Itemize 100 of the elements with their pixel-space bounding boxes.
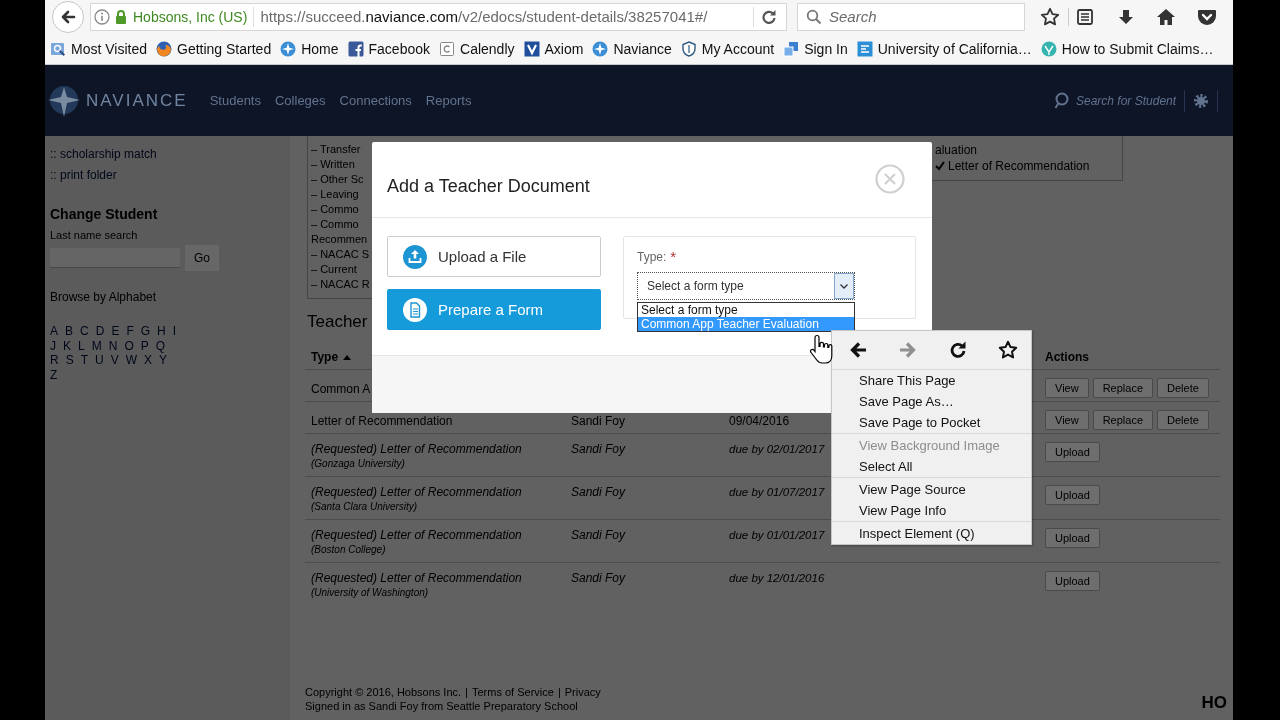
form-type-select[interactable]: Select a form type xyxy=(637,272,855,300)
site-identity[interactable]: Hobsons, Inc (US) xyxy=(133,8,248,25)
column-header[interactable]: Actions xyxy=(1045,350,1089,364)
alphabet-link[interactable]: V xyxy=(110,353,119,368)
squares-icon xyxy=(783,40,800,57)
upload-option-button[interactable]: Upload a File xyxy=(387,236,601,277)
action-button[interactable]: Replace xyxy=(1092,378,1153,398)
sort-arrow-icon[interactable] xyxy=(343,354,352,360)
alphabet-link[interactable]: E xyxy=(111,324,120,339)
bookmark-link[interactable]: Naviance xyxy=(613,40,672,57)
action-button[interactable]: Delete xyxy=(1157,378,1209,398)
alphabet-link[interactable]: H xyxy=(157,324,166,339)
alphabet-link[interactable]: G xyxy=(140,324,151,339)
bookmark-link[interactable]: Sign In xyxy=(804,40,848,57)
footer-link[interactable]: Terms of Service xyxy=(471,685,554,699)
go-button[interactable]: Go xyxy=(185,245,219,271)
search-field[interactable]: Search xyxy=(797,2,1025,31)
star-icon[interactable] xyxy=(998,340,1018,360)
sidebar-link[interactable]: :: print folder xyxy=(50,165,117,186)
menu-item[interactable]: View Page Source xyxy=(832,479,1031,500)
column-header[interactable]: Type xyxy=(311,350,339,364)
checklist-item: Letter of Recommendation xyxy=(948,158,1090,174)
url-text[interactable]: https://succeed.naviance.com/v2/edocs/student-details/38257041#/ xyxy=(260,8,708,25)
back-arrow-icon[interactable] xyxy=(848,340,868,360)
bookmark-link[interactable]: Calendly xyxy=(460,40,515,57)
alphabet-link[interactable]: C xyxy=(80,324,89,339)
copyright-text: Copyright © 2016, Hobsons Inc. xyxy=(305,685,462,699)
square-logo-icon xyxy=(347,40,364,57)
alphabet-link[interactable]: N xyxy=(108,338,118,353)
alphabet-link[interactable]: T xyxy=(80,353,89,368)
bookmark-link[interactable]: My Account xyxy=(701,40,775,57)
menu-item[interactable]: Select All xyxy=(832,456,1031,477)
document-list-item: – Commo xyxy=(311,202,359,217)
alphabet-link[interactable]: W xyxy=(125,353,138,368)
alphabet-link[interactable]: X xyxy=(144,353,153,368)
reload-icon[interactable] xyxy=(760,7,778,26)
alphabet-link[interactable]: K xyxy=(63,338,71,353)
alphabet-link[interactable]: B xyxy=(65,324,74,339)
menu-item[interactable]: View Page Info xyxy=(832,500,1031,521)
back-button[interactable] xyxy=(52,0,84,33)
sidebar-link[interactable]: :: scholarship match xyxy=(50,144,157,165)
search-icon xyxy=(806,8,822,25)
list-icon[interactable] xyxy=(1076,7,1094,26)
action-button[interactable]: View xyxy=(1045,410,1089,430)
bookmark-link[interactable]: University of California… xyxy=(877,40,1032,57)
alphabet-link[interactable]: M xyxy=(91,338,102,353)
signed-in-text: Signed in as Sandi Foy from Seattle Preparatory School xyxy=(305,699,578,713)
star-icon[interactable] xyxy=(1040,6,1060,27)
student-search-field[interactable]: Search for Student xyxy=(1054,89,1176,112)
home-icon[interactable] xyxy=(1156,7,1176,26)
nav-link[interactable]: Students xyxy=(209,93,261,108)
action-button[interactable]: View xyxy=(1045,378,1089,398)
alphabet-link[interactable]: F xyxy=(126,324,134,339)
action-button[interactable]: Replace xyxy=(1092,410,1153,430)
menu-item[interactable]: Save Page to Pocket xyxy=(832,412,1031,433)
alphabet-link[interactable]: Z xyxy=(50,367,58,382)
menu-item[interactable]: Save Page As… xyxy=(832,391,1031,412)
settings-icon[interactable] xyxy=(1193,92,1209,109)
info-icon[interactable] xyxy=(94,8,110,25)
logo-text[interactable]: NAVIANCE xyxy=(86,90,188,111)
bookmark-link[interactable]: Home xyxy=(301,40,339,57)
reload-icon[interactable] xyxy=(948,340,968,360)
bookmark-link[interactable]: Getting Started xyxy=(177,40,272,57)
address-bar[interactable]: Hobsons, Inc (US) https://succeed.naviance.com/v2/edocs/student-details/38257041#/ xyxy=(90,2,787,31)
alphabet-link[interactable]: A xyxy=(50,324,58,339)
alphabet-link[interactable]: S xyxy=(65,353,74,368)
document-list-item: – Other Sc xyxy=(311,172,364,187)
menu-item[interactable]: Inspect Element (Q) xyxy=(832,523,1031,544)
download-icon[interactable] xyxy=(1117,7,1135,26)
alphabet-link[interactable]: R xyxy=(50,353,59,368)
bookmark-link[interactable]: Most Visited xyxy=(71,40,147,57)
action-button[interactable]: Upload xyxy=(1045,442,1100,462)
alphabet-link[interactable]: Y xyxy=(159,353,168,368)
action-button[interactable]: Upload xyxy=(1045,528,1100,548)
alphabet-link[interactable]: O xyxy=(124,338,134,353)
action-button[interactable]: Upload xyxy=(1045,485,1100,505)
nav-link[interactable]: Colleges xyxy=(275,93,326,108)
alphabet-link[interactable]: U xyxy=(95,353,104,368)
bookmark-link[interactable]: Axiom xyxy=(544,40,584,57)
alphabet-link[interactable]: J xyxy=(50,338,56,353)
alphabet-link[interactable]: D xyxy=(95,324,105,339)
nav-link[interactable]: Reports xyxy=(425,93,472,108)
form-option-button[interactable]: Prepare a Form xyxy=(387,289,601,330)
dropdown-option[interactable]: Common App Teacher Evaluation xyxy=(638,317,854,331)
school-name: (Gonzaga University) xyxy=(311,457,405,471)
action-button[interactable]: Delete xyxy=(1157,410,1209,430)
alphabet-link[interactable]: L xyxy=(78,338,85,353)
dropdown-option[interactable]: Select a form type xyxy=(638,303,854,317)
alphabet-link[interactable]: Q xyxy=(155,338,166,353)
footer-link[interactable]: Privacy xyxy=(564,685,601,699)
bookmark-link[interactable]: How to Submit Claims… xyxy=(1061,40,1214,57)
bookmark-link[interactable]: Facebook xyxy=(368,40,430,57)
alphabet-link[interactable]: I xyxy=(172,324,177,339)
document-type: Letter of Recommendation xyxy=(311,414,453,428)
last-name-field[interactable] xyxy=(50,248,180,268)
chevron-shield-icon[interactable] xyxy=(1197,7,1217,26)
menu-item[interactable]: Share This Page xyxy=(832,370,1031,391)
alphabet-link[interactable]: P xyxy=(140,338,149,353)
action-button[interactable]: Upload xyxy=(1045,571,1100,591)
nav-link[interactable]: Connections xyxy=(339,93,412,108)
